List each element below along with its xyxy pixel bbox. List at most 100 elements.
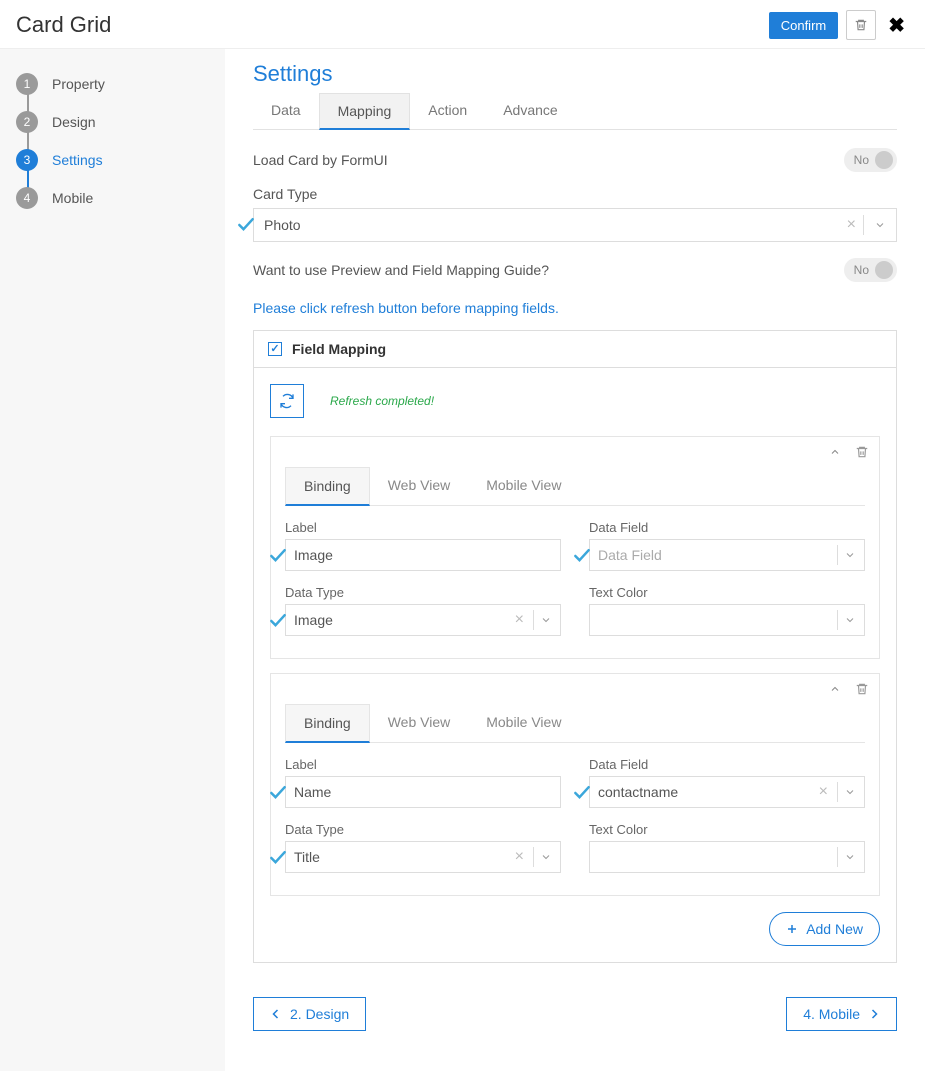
layout: 1 Property 2 Design 3 Settings 4 Mobile …	[0, 49, 925, 1071]
inner-tab-webview[interactable]: Web View	[370, 704, 469, 742]
check-icon	[572, 783, 592, 803]
tab-mapping[interactable]: Mapping	[319, 93, 411, 130]
load-card-value: No	[854, 153, 869, 167]
select-divider	[533, 847, 534, 867]
delete-mapping-button[interactable]	[855, 445, 869, 459]
mapping-card-header	[271, 674, 879, 704]
data-type-select[interactable]: Image ×	[285, 604, 561, 636]
card-type-label: Card Type	[253, 186, 897, 202]
load-card-row: Load Card by FormUI No	[253, 148, 897, 172]
inner-tab-mobileview[interactable]: Mobile View	[468, 467, 579, 505]
tab-data[interactable]: Data	[253, 93, 319, 129]
data-field-heading: Data Field	[589, 757, 865, 772]
chevron-down-icon[interactable]	[844, 614, 856, 626]
add-new-button[interactable]: Add New	[769, 912, 880, 946]
step-design[interactable]: 2 Design	[16, 103, 217, 141]
inner-tabs: Binding Web View Mobile View	[285, 704, 865, 743]
plus-icon	[786, 923, 798, 935]
refresh-status: Refresh completed!	[330, 394, 434, 408]
tab-advance[interactable]: Advance	[485, 93, 575, 129]
select-divider	[837, 610, 838, 630]
data-field-select[interactable]: Data Field	[589, 539, 865, 571]
mapping-grid: Label Image Data Field Data F	[285, 520, 865, 636]
card-type-field: Card Type Photo ×	[253, 186, 897, 242]
step-num-4: 4	[16, 187, 38, 209]
confirm-button[interactable]: Confirm	[769, 12, 839, 39]
text-color-heading: Text Color	[589, 822, 865, 837]
select-divider	[533, 610, 534, 630]
clear-icon[interactable]: ×	[515, 848, 524, 866]
trash-icon	[855, 445, 869, 459]
step-settings[interactable]: 3 Settings	[16, 141, 217, 179]
inner-tab-binding[interactable]: Binding	[285, 704, 370, 743]
trash-icon	[855, 682, 869, 696]
step-mobile[interactable]: 4 Mobile	[16, 179, 217, 217]
step-label-1: Property	[52, 76, 105, 92]
select-divider	[837, 847, 838, 867]
step-num-1: 1	[16, 73, 38, 95]
prev-button[interactable]: 2. Design	[253, 997, 366, 1031]
collapse-icon[interactable]	[829, 683, 841, 695]
mapping-card-body: Binding Web View Mobile View Label Image	[271, 467, 879, 658]
top-bar: Card Grid Confirm ✖	[0, 0, 925, 49]
check-icon	[572, 546, 592, 566]
label-field: Label Image	[285, 520, 561, 571]
text-color-field: Text Color	[589, 822, 865, 873]
text-color-select[interactable]	[589, 604, 865, 636]
inner-tabs: Binding Web View Mobile View	[285, 467, 865, 506]
label-field: Label Name	[285, 757, 561, 808]
delete-mapping-button[interactable]	[855, 682, 869, 696]
preview-row: Want to use Preview and Field Mapping Gu…	[253, 258, 897, 282]
chevron-down-icon[interactable]	[844, 851, 856, 863]
step-property[interactable]: 1 Property	[16, 65, 217, 103]
refresh-icon	[279, 393, 295, 409]
data-type-select[interactable]: Title ×	[285, 841, 561, 873]
mapping-card: Binding Web View Mobile View Label Image	[270, 436, 880, 659]
settings-tabs: Data Mapping Action Advance	[253, 93, 897, 130]
inner-tab-webview[interactable]: Web View	[370, 467, 469, 505]
clear-icon[interactable]: ×	[819, 783, 828, 801]
arrow-left-icon	[270, 1008, 282, 1020]
checkbox-checked-icon[interactable]: ✓	[268, 342, 282, 356]
label-input[interactable]: Image	[285, 539, 561, 571]
field-mapping-label: Field Mapping	[292, 341, 386, 357]
data-field-value: Data Field	[598, 547, 662, 563]
text-color-heading: Text Color	[589, 585, 865, 600]
text-color-field: Text Color	[589, 585, 865, 636]
inner-tab-mobileview[interactable]: Mobile View	[468, 704, 579, 742]
arrow-right-icon	[868, 1008, 880, 1020]
preview-toggle[interactable]: No	[844, 258, 897, 282]
close-icon[interactable]: ✖	[884, 13, 909, 38]
next-button[interactable]: 4. Mobile	[786, 997, 897, 1031]
panel-body: Refresh completed! Binding	[254, 368, 896, 962]
chevron-down-icon[interactable]	[540, 851, 552, 863]
delete-button[interactable]	[846, 10, 876, 40]
card-type-select[interactable]: Photo ×	[253, 208, 897, 242]
field-mapping-panel: ✓ Field Mapping Refresh completed!	[253, 330, 897, 963]
add-new-label: Add New	[806, 921, 863, 937]
text-color-select[interactable]	[589, 841, 865, 873]
data-type-field: Data Type Title ×	[285, 822, 561, 873]
label-input[interactable]: Name	[285, 776, 561, 808]
data-field-select[interactable]: contactname ×	[589, 776, 865, 808]
chevron-down-icon[interactable]	[844, 786, 856, 798]
tab-action[interactable]: Action	[410, 93, 485, 129]
check-icon	[268, 611, 288, 631]
load-card-toggle[interactable]: No	[844, 148, 897, 172]
chevron-down-icon[interactable]	[540, 614, 552, 626]
refresh-button[interactable]	[270, 384, 304, 418]
clear-icon[interactable]: ×	[515, 611, 524, 629]
data-type-value: Title	[294, 849, 320, 865]
data-type-heading: Data Type	[285, 822, 561, 837]
select-divider	[837, 545, 838, 565]
trash-icon	[854, 18, 868, 32]
mapping-card-header	[271, 437, 879, 467]
inner-tab-binding[interactable]: Binding	[285, 467, 370, 506]
label-value: Name	[294, 784, 331, 800]
step-num-2: 2	[16, 111, 38, 133]
collapse-icon[interactable]	[829, 446, 841, 458]
chevron-down-icon[interactable]	[844, 549, 856, 561]
chevron-down-icon[interactable]	[874, 219, 886, 231]
clear-icon[interactable]: ×	[847, 216, 856, 234]
mapping-grid: Label Name Data Field contact	[285, 757, 865, 873]
